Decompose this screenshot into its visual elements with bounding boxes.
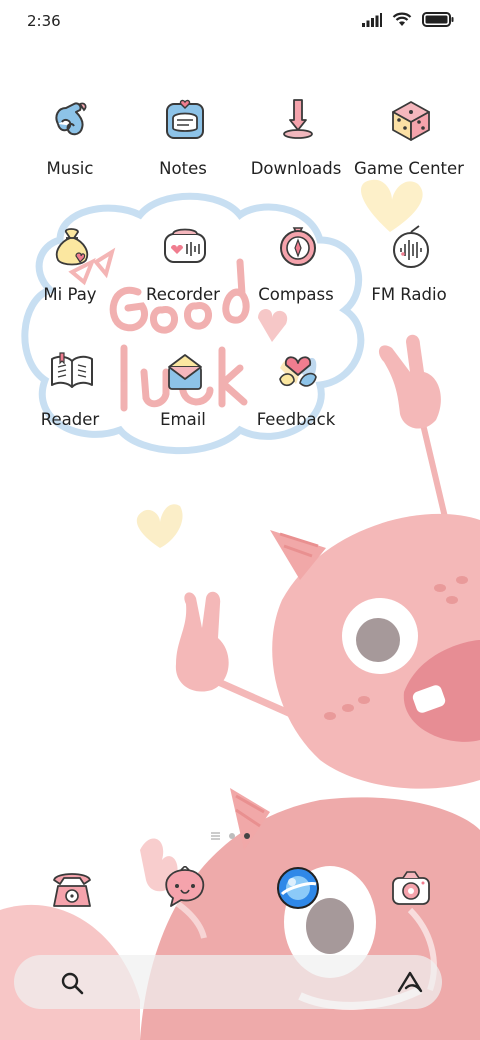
recorder-icon — [164, 228, 206, 263]
app-downloads[interactable]: Downloads — [240, 98, 352, 188]
app-recorder[interactable]: Recorder — [127, 224, 239, 314]
app-compass[interactable]: Compass — [240, 224, 352, 314]
dock-messages[interactable] — [127, 866, 239, 926]
messages-icon — [165, 866, 205, 907]
app-reader[interactable]: Reader — [14, 349, 126, 439]
page-dot-active — [243, 833, 250, 839]
app-label: FM Radio — [371, 285, 447, 304]
camera-icon — [392, 871, 430, 905]
page-dot — [228, 833, 235, 839]
browser-icon — [277, 867, 319, 909]
list-pages-icon — [210, 832, 220, 840]
dock — [0, 866, 480, 926]
app-notes[interactable]: Notes — [127, 98, 239, 188]
dice-icon — [392, 101, 430, 141]
compass-icon — [280, 227, 316, 266]
dock-phone[interactable] — [14, 866, 126, 926]
app-feedback[interactable]: Feedback — [240, 349, 352, 439]
hand-doodle — [175, 591, 229, 692]
app-fm-radio[interactable]: FM Radio — [353, 224, 465, 314]
status-bar: 2:36 — [0, 0, 480, 44]
dock-camera[interactable] — [353, 866, 465, 926]
app-label: Game Center — [354, 159, 464, 178]
money-bag-icon — [55, 228, 89, 266]
status-icons — [362, 12, 454, 27]
phone-icon — [53, 873, 91, 907]
status-time: 2:36 — [27, 12, 61, 30]
app-music[interactable]: Music — [14, 98, 126, 188]
assistant-icon[interactable] — [396, 970, 424, 994]
dock-browser[interactable] — [240, 866, 352, 926]
search-icon — [61, 972, 84, 995]
envelope-icon — [168, 354, 202, 390]
yellow-heart — [136, 504, 183, 548]
app-email[interactable]: Email — [127, 349, 239, 439]
signal-icon — [362, 12, 382, 27]
radio-icon — [393, 225, 429, 268]
page-indicator[interactable] — [200, 830, 260, 842]
app-mi-pay[interactable]: Mi Pay — [14, 224, 126, 314]
book-icon — [51, 352, 93, 388]
battery-icon — [422, 12, 454, 27]
app-game-center[interactable]: Game Center — [353, 98, 465, 188]
wifi-icon — [392, 12, 412, 26]
notes-icon — [166, 99, 204, 139]
hand-doodle — [378, 334, 441, 429]
downloads-icon — [283, 99, 313, 139]
feedback-icon — [279, 356, 317, 387]
search-bar[interactable] — [14, 955, 442, 1009]
music-icon — [55, 102, 87, 136]
app-label: Feedback — [256, 410, 336, 429]
